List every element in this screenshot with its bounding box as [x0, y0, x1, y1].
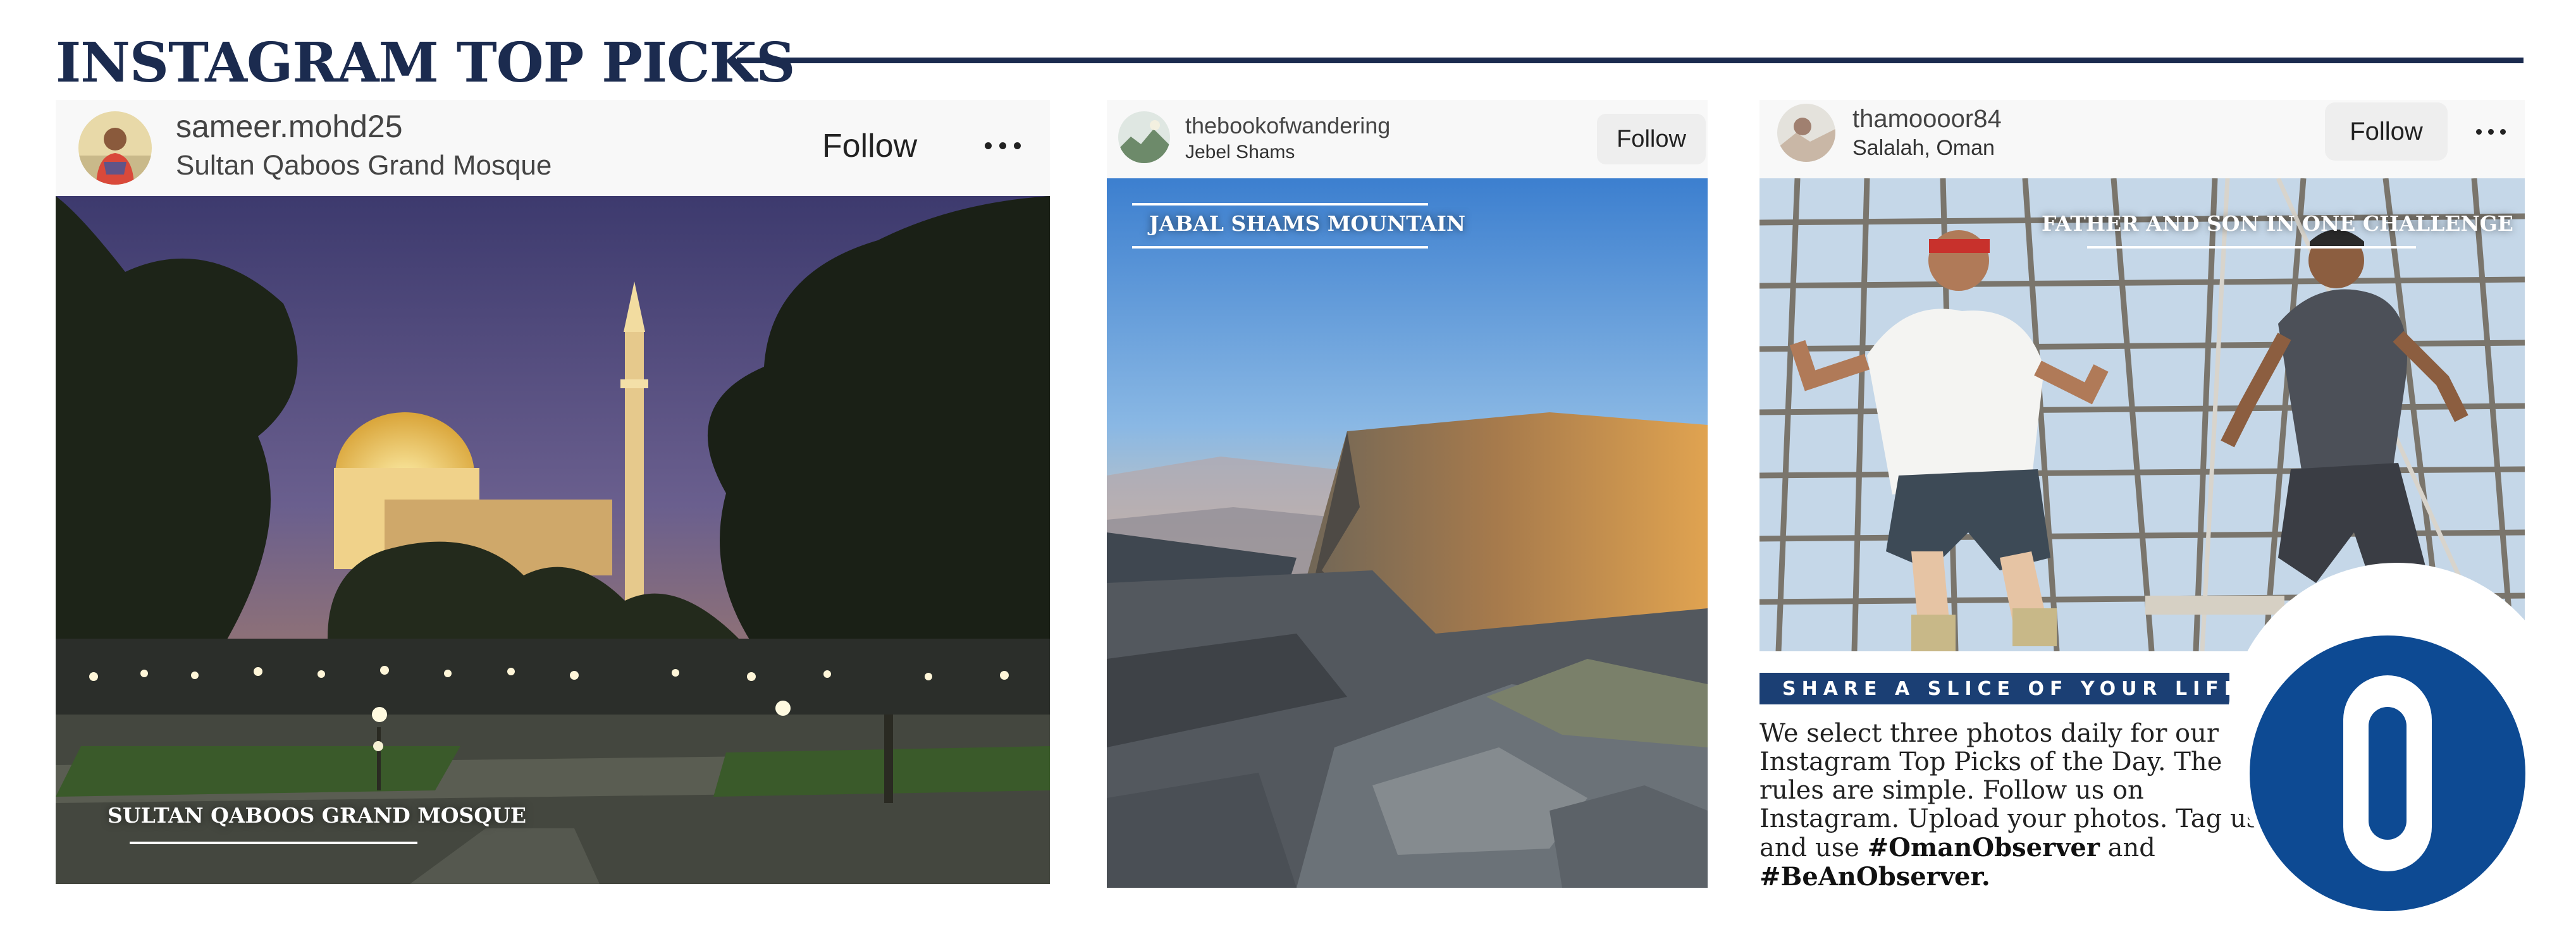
post-1-caption-rule — [130, 842, 417, 844]
post-3-follow-button[interactable]: Follow — [2325, 102, 2448, 161]
post-1-caption: SULTAN QABOOS GRAND MOSQUE — [108, 803, 527, 828]
oman-observer-logo — [2248, 634, 2527, 912]
post-3-caption: FATHER AND SON IN ONE CHALLENGE — [2042, 211, 2513, 236]
post-1-avatar[interactable] — [78, 111, 152, 185]
post-2-caption-rule-bottom — [1132, 246, 1428, 249]
post-2-photo — [1107, 178, 1708, 888]
more-options-icon — [981, 142, 1025, 149]
share-banner: SHARE A SLICE OF YOUR LIFE — [1759, 673, 2237, 704]
post-2-caption: JABAL SHAMS MOUNTAIN — [1149, 211, 1466, 236]
post-1-location[interactable]: Sultan Qaboos Grand Mosque — [176, 149, 552, 182]
post-2-username[interactable]: thebookofwandering — [1185, 112, 1390, 140]
post-3-username[interactable]: thamoooor84 — [1852, 104, 2002, 134]
post-2-caption-rule-top — [1132, 203, 1428, 206]
post-3-avatar[interactable] — [1777, 104, 1835, 162]
post-1-username[interactable]: sameer.mohd25 — [176, 107, 403, 145]
share-banner-text: SHARE A SLICE OF YOUR LIFE — [1782, 677, 2243, 700]
post-2-follow-button[interactable]: Follow — [1597, 114, 1706, 164]
hashtag-be-an-observer: #BeAnObserver. — [1759, 862, 1990, 892]
page-title: INSTAGRAM TOP PICKS — [56, 31, 795, 95]
more-options-icon — [2473, 128, 2509, 135]
instructions-and: and — [2107, 833, 2155, 862]
post-3-location[interactable]: Salalah, Oman — [1852, 135, 1995, 161]
post-3-caption-rule — [2087, 246, 2416, 249]
post-3-more-button[interactable] — [2465, 118, 2516, 145]
post-2-avatar[interactable] — [1118, 111, 1170, 163]
post-1-follow-button[interactable]: Follow — [803, 124, 936, 168]
hashtag-oman-observer: #OmanObserver — [1867, 833, 2100, 862]
post-1-photo — [56, 196, 1050, 884]
instructions-text: We select three photos daily for our Ins… — [1759, 720, 2278, 892]
title-rule — [737, 58, 2524, 63]
post-1-more-button[interactable] — [974, 130, 1031, 161]
post-2-location[interactable]: Jebel Shams — [1185, 141, 1295, 164]
